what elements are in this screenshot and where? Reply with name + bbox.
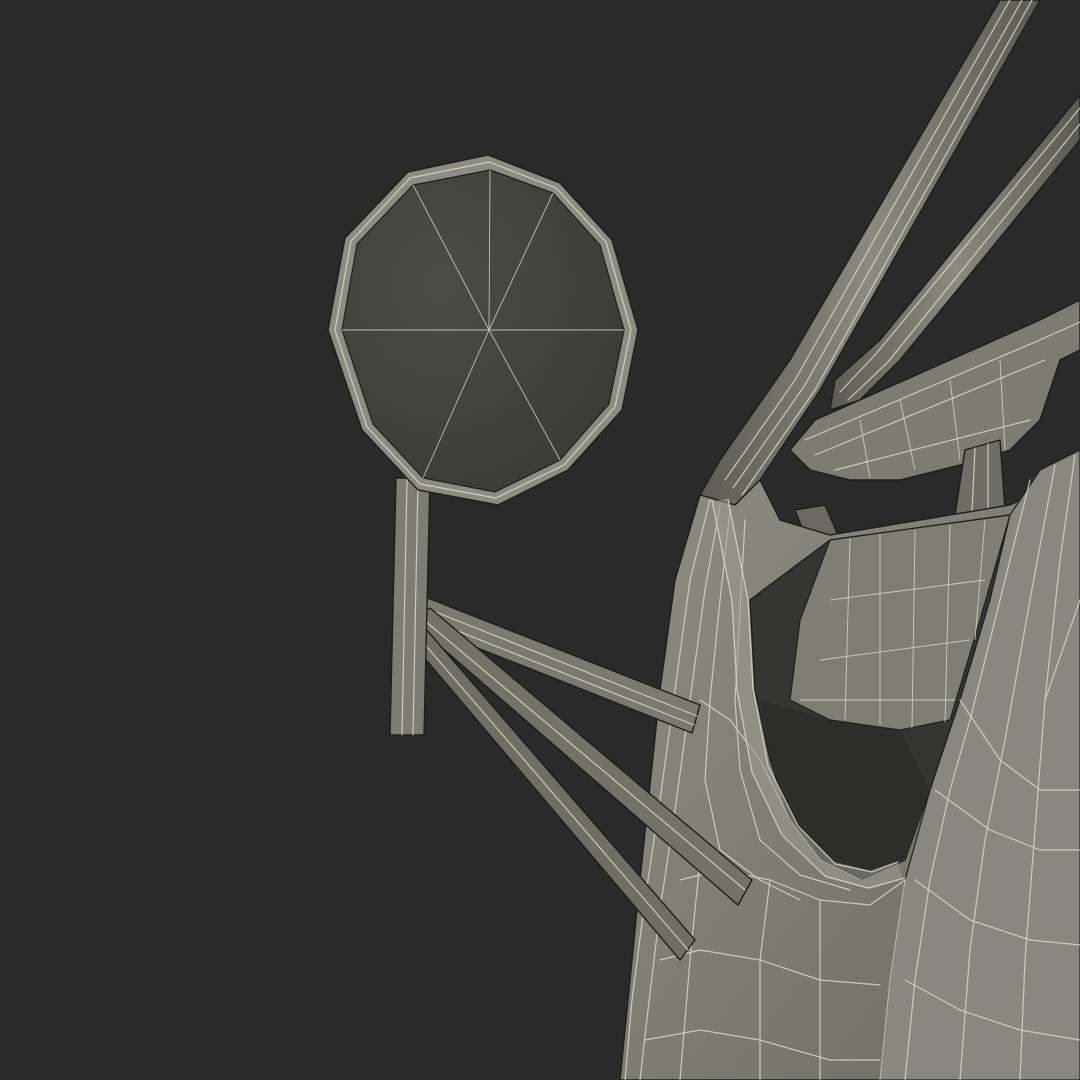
render-viewport [0, 0, 1080, 1080]
wireframe-render [0, 0, 1080, 1080]
vehicle-hull [619, 449, 1080, 1080]
mirror-stem [389, 477, 431, 736]
